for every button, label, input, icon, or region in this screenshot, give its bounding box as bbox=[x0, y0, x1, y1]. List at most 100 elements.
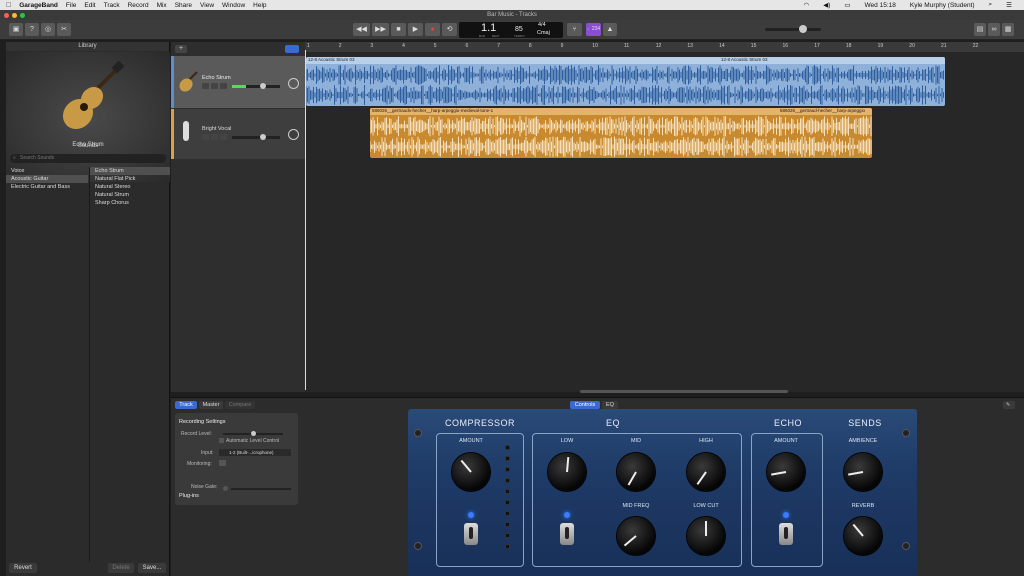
track-volume-thumb[interactable] bbox=[260, 83, 266, 89]
eq-high-knob[interactable] bbox=[687, 453, 725, 491]
help-button[interactable]: ? bbox=[25, 23, 39, 36]
patch-natural-strum[interactable]: Natural Strum bbox=[90, 191, 170, 199]
region-harp-arpeggio[interactable]: 586026__gertrauds-hecher__harp-arpeggio-… bbox=[370, 108, 872, 158]
region-acoustic-strum[interactable]: 12-8 Acoustic Strum 03 12-8 Acoustic Str… bbox=[306, 57, 945, 106]
clock[interactable]: Wed 15:18 bbox=[865, 2, 896, 9]
eq-mid-freq-knob[interactable] bbox=[617, 517, 655, 555]
add-track-button[interactable]: + bbox=[175, 45, 187, 53]
delete-button[interactable]: Delete bbox=[108, 563, 134, 573]
noise-gate-slider[interactable] bbox=[231, 488, 291, 490]
record-level-thumb[interactable] bbox=[251, 431, 256, 436]
mute-button[interactable] bbox=[202, 83, 209, 89]
input-select[interactable]: 1-2 (Built-...icrophone) bbox=[219, 449, 291, 456]
wifi-icon[interactable]: ◠ bbox=[804, 1, 810, 9]
lcd-display[interactable]: 1.1 BAR BEAT 85 TEMPO 4/4 Cmaj bbox=[459, 22, 563, 38]
record-enable-button[interactable] bbox=[220, 83, 227, 89]
play-button[interactable]: ▶ bbox=[408, 23, 423, 36]
tab-compare[interactable]: Compare bbox=[225, 401, 255, 409]
battery-icon[interactable]: ▭ bbox=[844, 1, 850, 9]
plugins-header[interactable]: Plug-ins bbox=[179, 493, 199, 499]
search-icon[interactable]: ⌕ bbox=[989, 1, 993, 9]
patch-natural-stereo[interactable]: Natural Stereo bbox=[90, 183, 170, 191]
fast-forward-button[interactable]: ▶▶ bbox=[372, 23, 389, 36]
patch-sharp-chorus[interactable]: Sharp Chorus bbox=[90, 199, 170, 207]
category-electric-guitar-bass[interactable]: Electric Guitar and Bass bbox=[6, 183, 88, 191]
eq-mid-knob[interactable] bbox=[617, 453, 655, 491]
record-level-slider[interactable] bbox=[223, 431, 283, 436]
menu-window[interactable]: Window bbox=[222, 2, 245, 9]
tab-master[interactable]: Master bbox=[199, 401, 223, 409]
track-header-echo-strum[interactable]: Echo Strum bbox=[171, 56, 305, 108]
rewind-button[interactable]: ◀◀ bbox=[353, 23, 370, 36]
metronome-button[interactable]: ▲ bbox=[603, 23, 617, 36]
track-pan-knob[interactable] bbox=[288, 129, 299, 140]
loop-browser-button[interactable]: ∞ bbox=[988, 23, 1000, 36]
category-acoustic-guitar[interactable]: Acoustic Guitar bbox=[6, 175, 88, 183]
media-browser-button[interactable]: ▦ bbox=[1002, 23, 1014, 36]
track-pan-knob[interactable] bbox=[288, 78, 299, 89]
ambience-knob[interactable] bbox=[844, 453, 882, 491]
menu-app-name[interactable]: GarageBand bbox=[19, 2, 58, 9]
auto-level-checkbox[interactable] bbox=[219, 438, 224, 443]
eq-toggle-switch[interactable] bbox=[560, 523, 574, 545]
mute-button[interactable] bbox=[202, 134, 209, 140]
master-volume-slider[interactable] bbox=[765, 25, 821, 33]
apple-menu-icon[interactable]:  bbox=[6, 2, 11, 9]
menu-view[interactable]: View bbox=[200, 2, 214, 9]
compressor-toggle-switch[interactable] bbox=[464, 523, 478, 545]
menu-file[interactable]: File bbox=[66, 2, 76, 9]
horizontal-scrollbar[interactable] bbox=[580, 390, 788, 393]
library-button[interactable]: ▣ bbox=[9, 23, 23, 36]
menu-edit[interactable]: Edit bbox=[84, 2, 95, 9]
count-in-button[interactable]: ♩234 bbox=[586, 23, 601, 36]
track-name-bright-vocal[interactable]: Bright Vocal bbox=[202, 126, 231, 132]
patch-natural-flat-pick[interactable]: Natural Flat Pick bbox=[90, 175, 170, 183]
tab-controls[interactable]: Controls bbox=[570, 401, 600, 409]
revert-button[interactable]: Revert bbox=[9, 563, 37, 573]
reverb-knob[interactable] bbox=[844, 517, 882, 555]
recording-settings-header[interactable]: Recording Settings bbox=[179, 419, 225, 425]
solo-button[interactable] bbox=[211, 83, 218, 89]
category-voice[interactable]: Voice bbox=[6, 167, 88, 175]
record-button[interactable]: ● bbox=[425, 23, 440, 36]
solo-button[interactable] bbox=[211, 134, 218, 140]
echo-amount-knob[interactable] bbox=[767, 453, 805, 491]
track-header-bright-vocal[interactable]: Bright Vocal bbox=[171, 109, 305, 159]
volume-icon[interactable]: ◀) bbox=[823, 1, 830, 9]
menu-share[interactable]: Share bbox=[175, 2, 192, 9]
compressor-amount-knob[interactable] bbox=[452, 453, 490, 491]
noise-gate-toggle[interactable] bbox=[223, 486, 228, 491]
save-button[interactable]: Save... bbox=[138, 563, 166, 573]
eq-low-knob[interactable] bbox=[548, 453, 586, 491]
master-volume-thumb[interactable] bbox=[799, 25, 807, 33]
menu-help[interactable]: Help bbox=[253, 2, 266, 9]
cycle-button[interactable]: ⟲ bbox=[442, 23, 457, 36]
smart-filter-button[interactable] bbox=[285, 45, 299, 53]
menu-track[interactable]: Track bbox=[104, 2, 120, 9]
echo-toggle-switch[interactable] bbox=[779, 523, 793, 545]
track-volume-slider[interactable] bbox=[232, 134, 280, 140]
tuner-button[interactable]: ⑂ bbox=[567, 23, 582, 36]
playhead[interactable] bbox=[305, 50, 306, 390]
minimize-window-button[interactable] bbox=[12, 12, 17, 18]
close-window-button[interactable] bbox=[4, 12, 9, 18]
eq-low-cut-knob[interactable] bbox=[687, 517, 725, 555]
timeline-ruler[interactable]: 1 2 3 4 5 6 7 8 9 10 11 12 13 14 15 16 17 18 19 20 21 22 bbox=[305, 42, 1024, 52]
track-volume-slider[interactable] bbox=[232, 83, 280, 89]
menu-record[interactable]: Record bbox=[128, 2, 149, 9]
patch-echo-strum[interactable]: Echo Strum bbox=[90, 167, 170, 175]
stop-button[interactable]: ■ bbox=[391, 23, 406, 36]
sounds-search-input[interactable]: ⌕ Search Sounds bbox=[10, 154, 166, 163]
track-volume-thumb[interactable] bbox=[260, 134, 266, 140]
menu-mix[interactable]: Mix bbox=[157, 2, 167, 9]
monitoring-button[interactable] bbox=[219, 460, 226, 466]
notepad-button[interactable]: ▤ bbox=[974, 23, 986, 36]
menu-list-icon[interactable]: ☰ bbox=[1006, 1, 1012, 9]
editors-button[interactable]: ✂ bbox=[57, 23, 71, 36]
user-name[interactable]: Kyle Murphy (Student) bbox=[910, 2, 975, 9]
track-name-echo-strum[interactable]: Echo Strum bbox=[202, 75, 231, 81]
record-enable-button[interactable] bbox=[220, 134, 227, 140]
edit-controls-button[interactable]: ✎ bbox=[1003, 401, 1015, 409]
tab-eq[interactable]: EQ bbox=[602, 401, 618, 409]
tab-track[interactable]: Track bbox=[175, 401, 197, 409]
